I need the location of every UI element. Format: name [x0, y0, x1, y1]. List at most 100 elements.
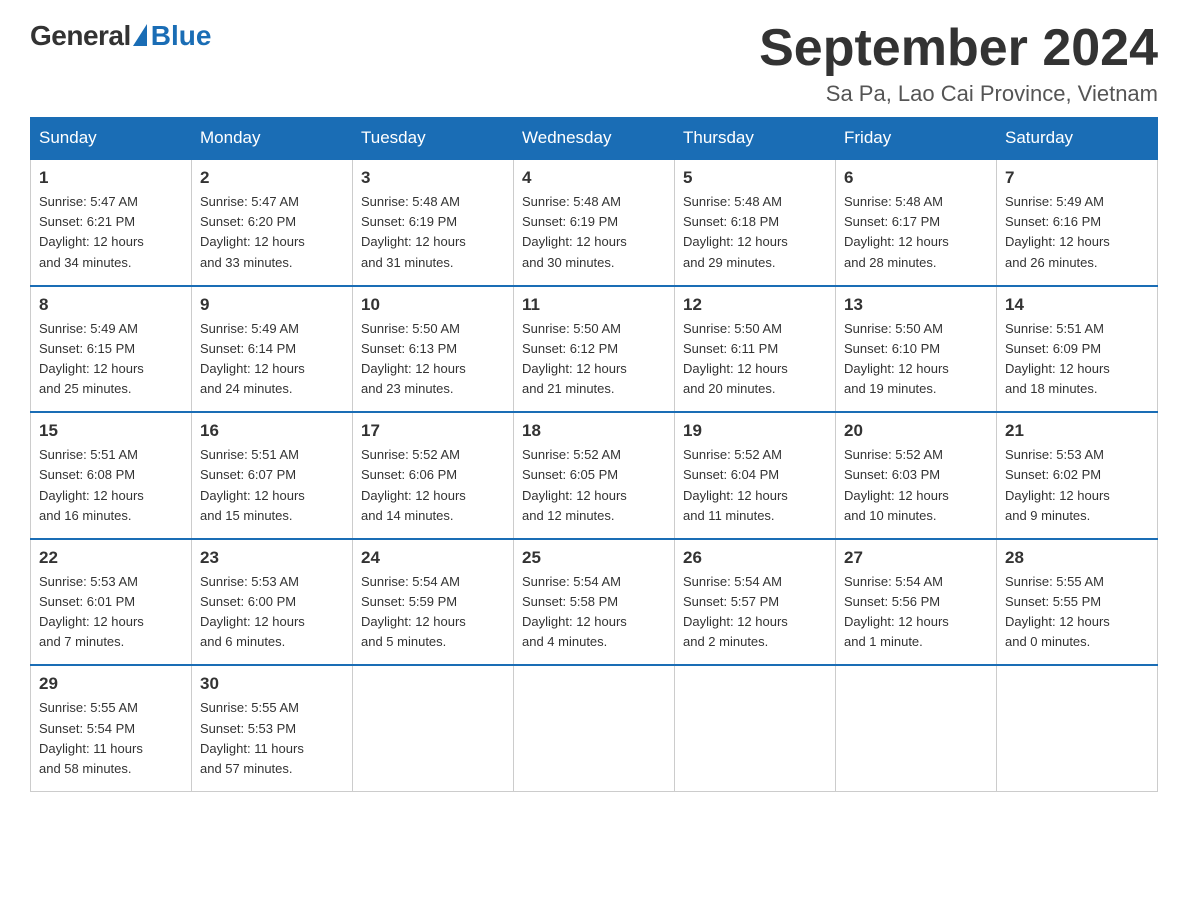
col-monday: Monday [192, 118, 353, 160]
table-row [836, 665, 997, 791]
table-row: 8 Sunrise: 5:49 AMSunset: 6:15 PMDaylight… [31, 286, 192, 413]
day-info: Sunrise: 5:48 AMSunset: 6:19 PMDaylight:… [361, 192, 505, 273]
col-sunday: Sunday [31, 118, 192, 160]
day-number: 29 [39, 674, 183, 694]
day-number: 8 [39, 295, 183, 315]
col-friday: Friday [836, 118, 997, 160]
day-info: Sunrise: 5:49 AMSunset: 6:14 PMDaylight:… [200, 319, 344, 400]
table-row: 5Sunrise: 5:48 AMSunset: 6:18 PMDaylight… [675, 159, 836, 286]
day-info: Sunrise: 5:54 AMSunset: 5:59 PMDaylight:… [361, 572, 505, 653]
day-number: 6 [844, 168, 988, 188]
day-info: Sunrise: 5:52 AMSunset: 6:04 PMDaylight:… [683, 445, 827, 526]
table-row: 9 Sunrise: 5:49 AMSunset: 6:14 PMDaylight… [192, 286, 353, 413]
day-number: 30 [200, 674, 344, 694]
title-block: September 2024 Sa Pa, Lao Cai Province, … [759, 20, 1158, 107]
day-number: 4 [522, 168, 666, 188]
day-info: Sunrise: 5:48 AMSunset: 6:19 PMDaylight:… [522, 192, 666, 273]
day-info: Sunrise: 5:48 AMSunset: 6:18 PMDaylight:… [683, 192, 827, 273]
day-number: 12 [683, 295, 827, 315]
col-wednesday: Wednesday [514, 118, 675, 160]
day-number: 17 [361, 421, 505, 441]
day-info: Sunrise: 5:54 AMSunset: 5:57 PMDaylight:… [683, 572, 827, 653]
day-info: Sunrise: 5:55 AMSunset: 5:55 PMDaylight:… [1005, 572, 1149, 653]
table-row: 27 Sunrise: 5:54 AMSunset: 5:56 PMDayligh… [836, 539, 997, 666]
table-row [353, 665, 514, 791]
day-info: Sunrise: 5:53 AMSunset: 6:02 PMDaylight:… [1005, 445, 1149, 526]
day-number: 24 [361, 548, 505, 568]
table-row: 26 Sunrise: 5:54 AMSunset: 5:57 PMDayligh… [675, 539, 836, 666]
day-number: 7 [1005, 168, 1149, 188]
day-number: 11 [522, 295, 666, 315]
table-row: 11 Sunrise: 5:50 AMSunset: 6:12 PMDayligh… [514, 286, 675, 413]
logo: General Blue [30, 20, 211, 52]
table-row: 14 Sunrise: 5:51 AMSunset: 6:09 PMDayligh… [997, 286, 1158, 413]
day-info: Sunrise: 5:49 AMSunset: 6:15 PMDaylight:… [39, 319, 183, 400]
table-row: 15 Sunrise: 5:51 AMSunset: 6:08 PMDayligh… [31, 412, 192, 539]
table-row: 28Sunrise: 5:55 AMSunset: 5:55 PMDayligh… [997, 539, 1158, 666]
calendar-week-row: 22 Sunrise: 5:53 AMSunset: 6:01 PMDayligh… [31, 539, 1158, 666]
table-row: 1 Sunrise: 5:47 AMSunset: 6:21 PMDaylight… [31, 159, 192, 286]
day-number: 25 [522, 548, 666, 568]
day-number: 16 [200, 421, 344, 441]
table-row: 16 Sunrise: 5:51 AMSunset: 6:07 PMDayligh… [192, 412, 353, 539]
table-row: 10Sunrise: 5:50 AMSunset: 6:13 PMDayligh… [353, 286, 514, 413]
day-info: Sunrise: 5:54 AMSunset: 5:56 PMDaylight:… [844, 572, 988, 653]
page-header: General Blue September 2024 Sa Pa, Lao C… [30, 20, 1158, 107]
day-number: 22 [39, 548, 183, 568]
table-row [997, 665, 1158, 791]
day-number: 9 [200, 295, 344, 315]
col-saturday: Saturday [997, 118, 1158, 160]
day-info: Sunrise: 5:55 AMSunset: 5:54 PMDaylight:… [39, 698, 183, 779]
table-row: 20 Sunrise: 5:52 AMSunset: 6:03 PMDayligh… [836, 412, 997, 539]
table-row: 3Sunrise: 5:48 AMSunset: 6:19 PMDaylight… [353, 159, 514, 286]
day-info: Sunrise: 5:51 AMSunset: 6:09 PMDaylight:… [1005, 319, 1149, 400]
day-info: Sunrise: 5:51 AMSunset: 6:08 PMDaylight:… [39, 445, 183, 526]
calendar-week-row: 1 Sunrise: 5:47 AMSunset: 6:21 PMDaylight… [31, 159, 1158, 286]
table-row: 18Sunrise: 5:52 AMSunset: 6:05 PMDayligh… [514, 412, 675, 539]
location-subtitle: Sa Pa, Lao Cai Province, Vietnam [759, 81, 1158, 107]
logo-general-text: General [30, 20, 131, 52]
day-number: 26 [683, 548, 827, 568]
table-row: 2Sunrise: 5:47 AMSunset: 6:20 PMDaylight… [192, 159, 353, 286]
col-thursday: Thursday [675, 118, 836, 160]
day-info: Sunrise: 5:49 AMSunset: 6:16 PMDaylight:… [1005, 192, 1149, 273]
calendar-week-row: 15 Sunrise: 5:51 AMSunset: 6:08 PMDayligh… [31, 412, 1158, 539]
day-number: 20 [844, 421, 988, 441]
day-number: 15 [39, 421, 183, 441]
day-info: Sunrise: 5:50 AMSunset: 6:13 PMDaylight:… [361, 319, 505, 400]
day-info: Sunrise: 5:52 AMSunset: 6:03 PMDaylight:… [844, 445, 988, 526]
day-number: 27 [844, 548, 988, 568]
table-row: 19Sunrise: 5:52 AMSunset: 6:04 PMDayligh… [675, 412, 836, 539]
day-info: Sunrise: 5:47 AMSunset: 6:21 PMDaylight:… [39, 192, 183, 273]
day-info: Sunrise: 5:50 AMSunset: 6:11 PMDaylight:… [683, 319, 827, 400]
table-row: 17 Sunrise: 5:52 AMSunset: 6:06 PMDayligh… [353, 412, 514, 539]
day-info: Sunrise: 5:53 AMSunset: 6:00 PMDaylight:… [200, 572, 344, 653]
table-row: 6 Sunrise: 5:48 AMSunset: 6:17 PMDaylight… [836, 159, 997, 286]
table-row: 29 Sunrise: 5:55 AMSunset: 5:54 PMDayligh… [31, 665, 192, 791]
day-number: 21 [1005, 421, 1149, 441]
day-info: Sunrise: 5:55 AMSunset: 5:53 PMDaylight:… [200, 698, 344, 779]
day-info: Sunrise: 5:52 AMSunset: 6:05 PMDaylight:… [522, 445, 666, 526]
table-row: 23Sunrise: 5:53 AMSunset: 6:00 PMDayligh… [192, 539, 353, 666]
day-number: 13 [844, 295, 988, 315]
day-info: Sunrise: 5:50 AMSunset: 6:12 PMDaylight:… [522, 319, 666, 400]
day-info: Sunrise: 5:47 AMSunset: 6:20 PMDaylight:… [200, 192, 344, 273]
day-info: Sunrise: 5:53 AMSunset: 6:01 PMDaylight:… [39, 572, 183, 653]
table-row: 4 Sunrise: 5:48 AMSunset: 6:19 PMDaylight… [514, 159, 675, 286]
calendar-week-row: 8 Sunrise: 5:49 AMSunset: 6:15 PMDaylight… [31, 286, 1158, 413]
day-info: Sunrise: 5:51 AMSunset: 6:07 PMDaylight:… [200, 445, 344, 526]
day-info: Sunrise: 5:50 AMSunset: 6:10 PMDaylight:… [844, 319, 988, 400]
day-info: Sunrise: 5:48 AMSunset: 6:17 PMDaylight:… [844, 192, 988, 273]
calendar-table: Sunday Monday Tuesday Wednesday Thursday… [30, 117, 1158, 792]
month-year-title: September 2024 [759, 20, 1158, 77]
day-number: 1 [39, 168, 183, 188]
day-info: Sunrise: 5:52 AMSunset: 6:06 PMDaylight:… [361, 445, 505, 526]
day-info: Sunrise: 5:54 AMSunset: 5:58 PMDaylight:… [522, 572, 666, 653]
logo-blue-text: Blue [151, 20, 212, 52]
col-tuesday: Tuesday [353, 118, 514, 160]
calendar-week-row: 29 Sunrise: 5:55 AMSunset: 5:54 PMDayligh… [31, 665, 1158, 791]
day-number: 14 [1005, 295, 1149, 315]
table-row: 7 Sunrise: 5:49 AMSunset: 6:16 PMDaylight… [997, 159, 1158, 286]
table-row [675, 665, 836, 791]
table-row: 24 Sunrise: 5:54 AMSunset: 5:59 PMDayligh… [353, 539, 514, 666]
